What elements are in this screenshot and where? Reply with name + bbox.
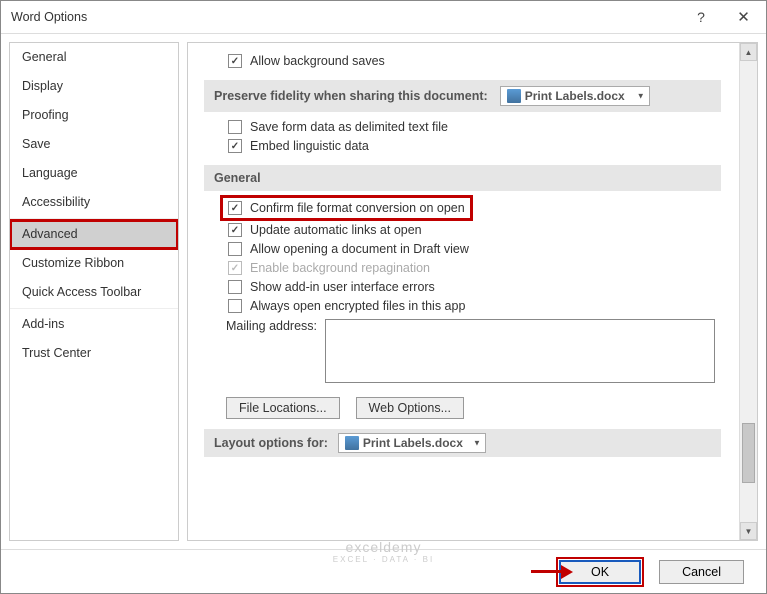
section-general: General: [204, 165, 721, 191]
scroll-up-arrow[interactable]: ▲: [740, 43, 757, 61]
button-row: File Locations... Web Options...: [226, 397, 721, 419]
checkbox-save-form-data[interactable]: [228, 120, 242, 134]
checkbox-allow-draft[interactable]: [228, 242, 242, 256]
sidebar-item-save[interactable]: Save: [10, 130, 178, 159]
combo-layout-value: Print Labels.docx: [363, 436, 463, 450]
mailing-address-row: Mailing address:: [226, 319, 721, 383]
label-show-addin-errors: Show add-in user interface errors: [250, 280, 435, 294]
dialog-footer: OK Cancel: [1, 549, 766, 593]
label-confirm-conversion: Confirm file format conversion on open: [250, 201, 465, 215]
document-icon: [345, 436, 359, 450]
sidebar-item-general[interactable]: General: [10, 43, 178, 72]
checkbox-show-addin-errors[interactable]: [228, 280, 242, 294]
sidebar-item-advanced[interactable]: Advanced: [10, 220, 178, 249]
option-row-show-addin-errors: Show add-in user interface errors: [228, 280, 721, 294]
cancel-button[interactable]: Cancel: [659, 560, 744, 584]
section-preserve-fidelity: Preserve fidelity when sharing this docu…: [204, 80, 721, 112]
combo-layout-document[interactable]: Print Labels.docx ▼: [338, 433, 486, 453]
word-options-dialog: Word Options ? ✕ General Display Proofin…: [0, 0, 767, 594]
sidebar-item-customize-ribbon[interactable]: Customize Ribbon: [10, 249, 178, 278]
combo-preserve-value: Print Labels.docx: [525, 89, 625, 103]
scroll-thumb[interactable]: [742, 423, 755, 483]
checkbox-confirm-conversion[interactable]: [228, 201, 242, 215]
scroll-down-arrow[interactable]: ▼: [740, 522, 757, 540]
option-row-always-encrypted: Always open encrypted files in this app: [228, 299, 721, 313]
content-panel: Allow background saves Preserve fidelity…: [187, 42, 758, 541]
checkbox-embed-linguistic[interactable]: [228, 139, 242, 153]
checkbox-enable-repagination: [228, 261, 242, 275]
option-row-save-form-data: Save form data as delimited text file: [228, 120, 721, 134]
sidebar-item-trust-center[interactable]: Trust Center: [10, 339, 178, 368]
sidebar: General Display Proofing Save Language A…: [9, 42, 179, 541]
sidebar-item-accessibility[interactable]: Accessibility: [10, 188, 178, 217]
option-row-allow-background-saves: Allow background saves: [228, 54, 721, 68]
sidebar-item-language[interactable]: Language: [10, 159, 178, 188]
section-layout-options: Layout options for: Print Labels.docx ▼: [204, 429, 721, 457]
vertical-scrollbar[interactable]: ▲ ▼: [739, 43, 757, 540]
label-update-auto-links: Update automatic links at open: [250, 223, 422, 237]
checkbox-update-auto-links[interactable]: [228, 223, 242, 237]
label-allow-background-saves: Allow background saves: [250, 54, 385, 68]
checkbox-always-encrypted[interactable]: [228, 299, 242, 313]
sidebar-item-add-ins[interactable]: Add-ins: [10, 310, 178, 339]
section-title-preserve: Preserve fidelity when sharing this docu…: [214, 89, 488, 103]
label-always-encrypted: Always open encrypted files in this app: [250, 299, 465, 313]
sidebar-item-display[interactable]: Display: [10, 72, 178, 101]
close-button[interactable]: ✕: [721, 8, 766, 26]
option-row-enable-repagination: Enable background repagination: [228, 261, 721, 275]
chevron-down-icon: ▼: [637, 92, 645, 101]
help-button[interactable]: ?: [681, 9, 721, 25]
file-locations-button[interactable]: File Locations...: [226, 397, 340, 419]
section-title-general: General: [214, 171, 261, 185]
label-mailing-address: Mailing address:: [226, 319, 317, 333]
label-allow-draft: Allow opening a document in Draft view: [250, 242, 469, 256]
document-icon: [507, 89, 521, 103]
titlebar: Word Options ? ✕: [1, 1, 766, 33]
dialog-body: General Display Proofing Save Language A…: [1, 33, 766, 549]
sidebar-item-proofing[interactable]: Proofing: [10, 101, 178, 130]
label-enable-repagination: Enable background repagination: [250, 261, 430, 275]
sidebar-item-quick-access-toolbar[interactable]: Quick Access Toolbar: [10, 278, 178, 307]
option-row-allow-draft: Allow opening a document in Draft view: [228, 242, 721, 256]
dialog-title: Word Options: [11, 10, 681, 24]
web-options-button[interactable]: Web Options...: [356, 397, 464, 419]
checkbox-allow-background-saves[interactable]: [228, 54, 242, 68]
option-row-embed-linguistic: Embed linguistic data: [228, 139, 721, 153]
chevron-down-icon: ▼: [473, 439, 481, 448]
combo-preserve-document[interactable]: Print Labels.docx ▼: [500, 86, 650, 106]
section-title-layout: Layout options for:: [214, 436, 328, 450]
label-save-form-data: Save form data as delimited text file: [250, 120, 448, 134]
option-row-update-auto-links: Update automatic links at open: [228, 223, 721, 237]
highlighted-option-confirm-conversion: Confirm file format conversion on open: [224, 199, 469, 217]
label-embed-linguistic: Embed linguistic data: [250, 139, 369, 153]
arrow-annotation: [531, 565, 573, 579]
textarea-mailing-address[interactable]: [325, 319, 715, 383]
